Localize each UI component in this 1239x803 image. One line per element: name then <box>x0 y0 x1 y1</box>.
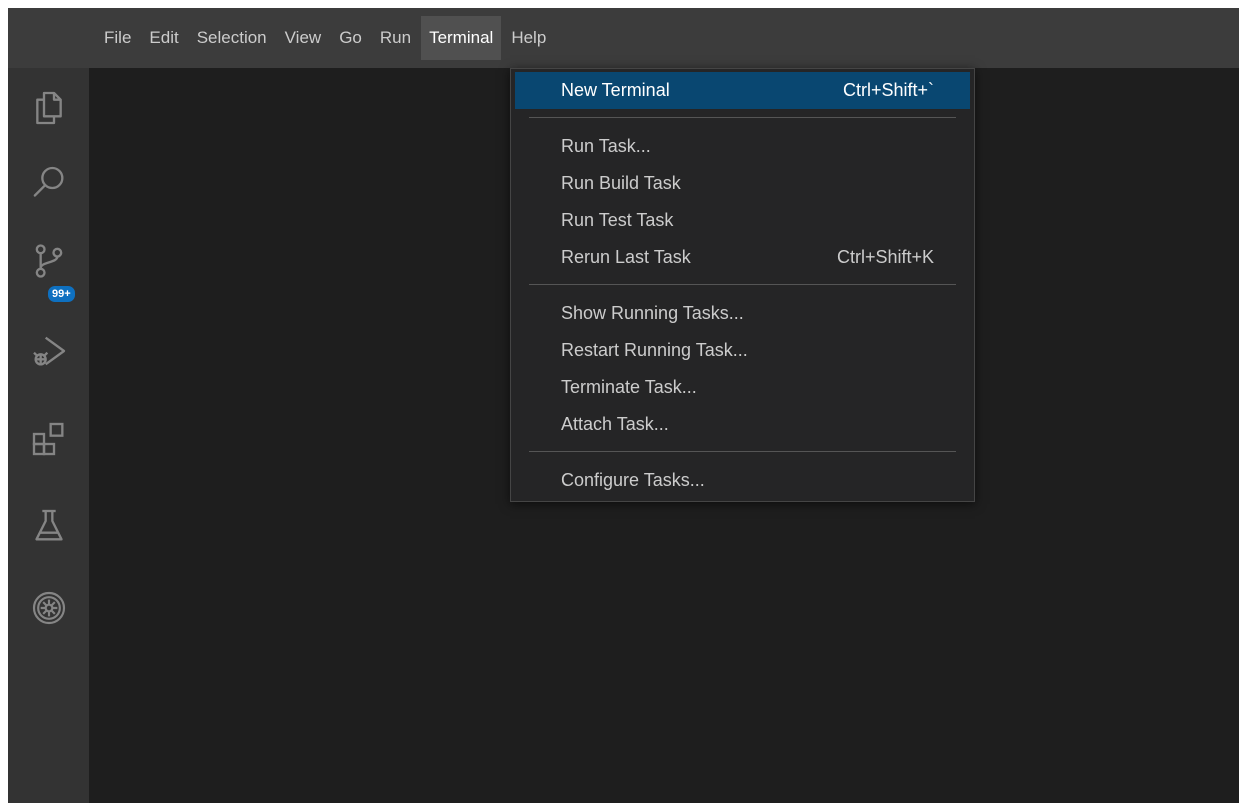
menu-run[interactable]: Run <box>372 16 419 60</box>
search-icon[interactable] <box>8 148 89 218</box>
menu-selection[interactable]: Selection <box>189 16 275 60</box>
menu-item-terminate-task[interactable]: Terminate Task... <box>515 369 970 406</box>
menu-item-label: Configure Tasks... <box>561 470 705 490</box>
menu-item-run-test-task[interactable]: Run Test Task <box>515 202 970 239</box>
menu-item-label: Run Task... <box>561 136 651 156</box>
menu-item-shortcut: Ctrl+Shift+` <box>842 80 934 100</box>
terminal-menu-dropdown: New Terminal Ctrl+Shift+` Run Task... Ru… <box>510 68 975 502</box>
menu-separator <box>529 284 956 285</box>
menu-view[interactable]: View <box>277 16 330 60</box>
explorer-icon[interactable] <box>8 73 89 143</box>
gitlens-icon[interactable] <box>8 573 89 643</box>
menu-item-restart-running-task[interactable]: Restart Running Task... <box>515 332 970 369</box>
menu-bar: File Edit Selection View Go Run Terminal… <box>8 8 1239 68</box>
menu-item-show-running-tasks[interactable]: Show Running Tasks... <box>515 295 970 332</box>
menu-file[interactable]: File <box>96 16 139 60</box>
menu-item-label: New Terminal <box>561 80 670 100</box>
activity-bar: 99+ <box>8 68 89 803</box>
menu-item-new-terminal[interactable]: New Terminal Ctrl+Shift+` <box>515 72 970 109</box>
menu-item-label: Rerun Last Task <box>561 247 691 267</box>
menu-item-attach-task[interactable]: Attach Task... <box>515 406 970 443</box>
run-debug-icon[interactable] <box>8 316 89 386</box>
menu-separator <box>529 451 956 452</box>
menu-terminal[interactable]: Terminal <box>421 16 502 60</box>
menu-item-label: Run Test Task <box>561 210 674 230</box>
vscode-window: File Edit Selection View Go Run Terminal… <box>8 8 1239 803</box>
menu-item-run-task[interactable]: Run Task... <box>515 128 970 165</box>
source-control-badge: 99+ <box>46 284 77 304</box>
menu-item-configure-tasks[interactable]: Configure Tasks... <box>515 462 970 499</box>
menu-help[interactable]: Help <box>503 16 554 60</box>
menu-item-label: Show Running Tasks... <box>561 303 744 323</box>
menu-item-label: Run Build Task <box>561 173 681 193</box>
menu-separator <box>529 117 956 118</box>
testing-icon[interactable] <box>8 491 89 561</box>
menu-item-label: Attach Task... <box>561 414 669 434</box>
menu-item-run-build-task[interactable]: Run Build Task <box>515 165 970 202</box>
menu-item-label: Terminate Task... <box>561 377 697 397</box>
extensions-icon[interactable] <box>8 404 89 474</box>
menu-item-rerun-last-task[interactable]: Rerun Last Task Ctrl+Shift+K <box>515 239 970 276</box>
menu-go[interactable]: Go <box>331 16 370 60</box>
menu-edit[interactable]: Edit <box>141 16 186 60</box>
menu-item-label: Restart Running Task... <box>561 340 748 360</box>
menu-item-shortcut: Ctrl+Shift+K <box>836 247 934 267</box>
